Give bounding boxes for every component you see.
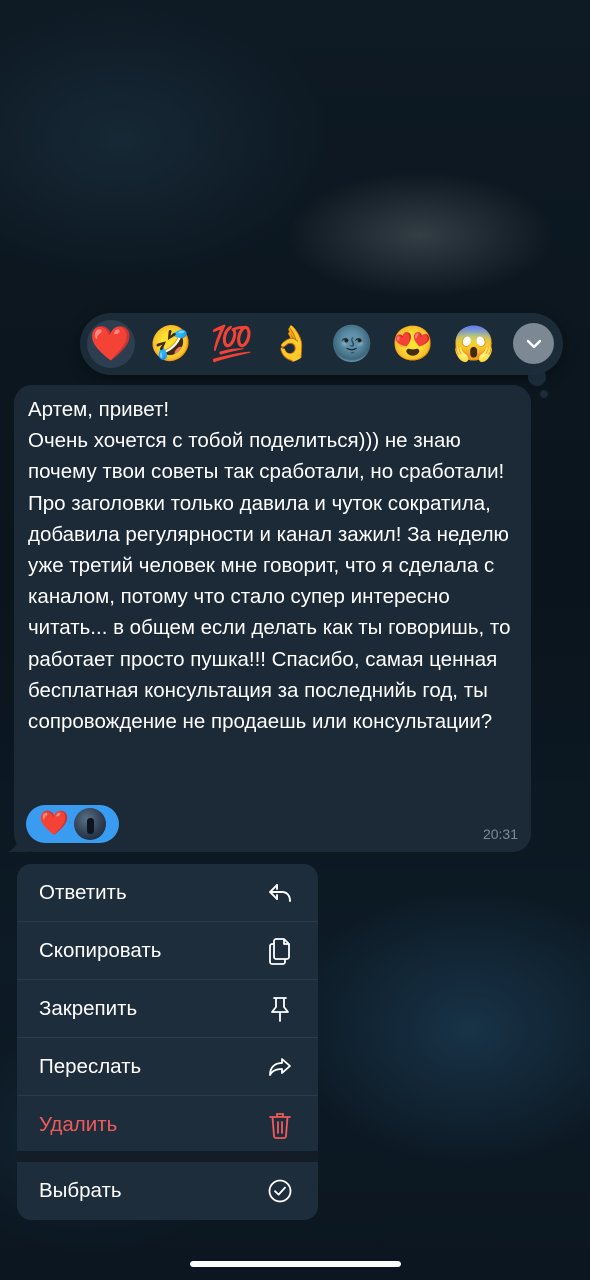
forward-icon	[266, 1053, 294, 1081]
trash-icon	[266, 1111, 294, 1139]
check-circle-icon	[266, 1177, 294, 1205]
menu-item-label: Закрепить	[39, 996, 138, 1020]
menu-item-label: Ответить	[39, 880, 127, 904]
menu-item-forward[interactable]: Переслать	[17, 1038, 318, 1095]
reaction-scream[interactable]: 😱	[450, 320, 498, 368]
home-indicator[interactable]	[190, 1261, 401, 1267]
reply-icon	[266, 879, 294, 907]
reaction-new-moon-face[interactable]: 🌚	[328, 320, 376, 368]
menu-item-label: Удалить	[39, 1112, 118, 1136]
reaction-ok-hand[interactable]: 👌	[268, 320, 316, 368]
menu-item-copy[interactable]: Скопировать	[17, 922, 318, 979]
menu-item-select[interactable]: Выбрать	[17, 1162, 318, 1219]
message-reaction-heart: ❤️	[39, 810, 69, 837]
context-menu: Ответить Скопировать Закрепить Переслать…	[17, 864, 318, 1220]
message-text: Артем, привет! Очень хочется с тобой под…	[28, 398, 511, 734]
copy-icon	[266, 937, 294, 965]
menu-item-label: Скопировать	[39, 938, 162, 962]
expand-reactions-button[interactable]	[513, 323, 554, 364]
menu-item-pin[interactable]: Закрепить	[17, 980, 318, 1037]
menu-section-gap	[17, 1151, 318, 1162]
menu-item-reply[interactable]: Ответить	[17, 864, 318, 921]
reaction-hundred[interactable]: 💯	[208, 320, 256, 368]
reaction-rofl[interactable]: 🤣	[147, 320, 195, 368]
menu-item-delete[interactable]: Удалить	[17, 1096, 318, 1153]
message-time: 20:31	[482, 826, 518, 842]
reactions-bar-tail	[528, 368, 546, 386]
reactions-bar-tail-dot	[540, 390, 548, 398]
pin-icon	[266, 995, 294, 1023]
reaction-heart-eyes[interactable]: 😍	[389, 320, 437, 368]
chevron-down-icon	[526, 339, 541, 348]
menu-item-label: Переслать	[39, 1054, 142, 1078]
reaction-heart[interactable]: ❤️	[87, 320, 135, 368]
avatar	[74, 808, 106, 840]
menu-item-label: Выбрать	[39, 1178, 122, 1202]
